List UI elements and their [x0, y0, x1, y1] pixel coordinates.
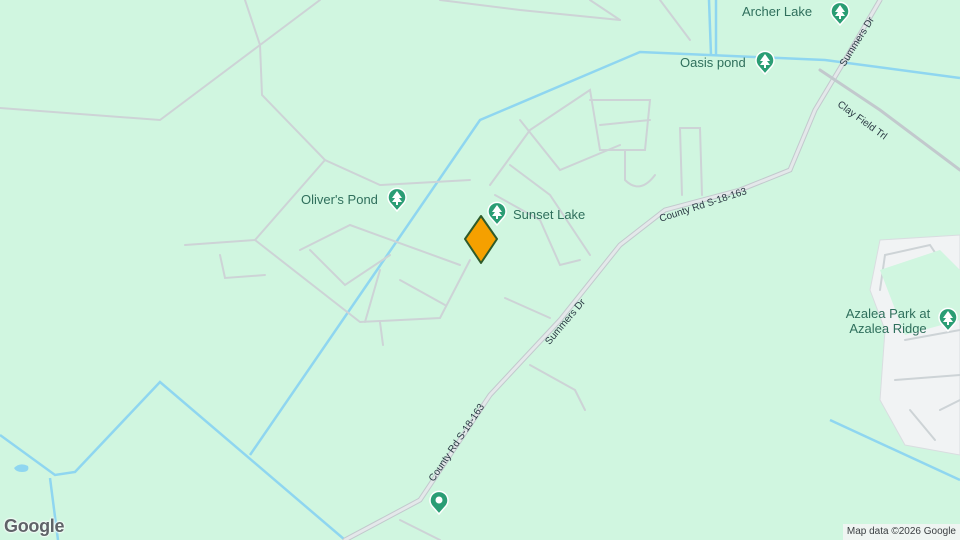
place-label-oasis-pond[interactable]: Oasis pond	[680, 55, 746, 70]
circle-pin-icon[interactable]	[428, 489, 450, 516]
map-attribution[interactable]: Map data ©2026 Google	[842, 524, 960, 540]
land-background	[0, 0, 960, 540]
google-logo[interactable]: Google	[4, 516, 65, 537]
tree-icon[interactable]	[829, 0, 851, 27]
location-marker-icon[interactable]	[462, 214, 500, 266]
place-label-azalea-park[interactable]: Azalea Park at Azalea Ridge	[838, 306, 938, 336]
place-label-azalea-park-line2: Azalea Ridge	[849, 321, 927, 336]
tree-icon[interactable]	[754, 49, 776, 76]
place-label-sunset-lake[interactable]: Sunset Lake	[513, 207, 585, 222]
place-label-azalea-park-line1: Azalea Park at	[845, 306, 931, 321]
place-label-olivers-pond[interactable]: Oliver's Pond	[301, 192, 378, 207]
tree-icon[interactable]	[386, 186, 408, 213]
tree-icon[interactable]	[937, 306, 959, 333]
map-base-layer	[0, 0, 960, 540]
map-canvas[interactable]: Archer Lake Oasis pond Oliver's Pond Sun…	[0, 0, 960, 540]
place-label-archer-lake[interactable]: Archer Lake	[742, 4, 812, 19]
